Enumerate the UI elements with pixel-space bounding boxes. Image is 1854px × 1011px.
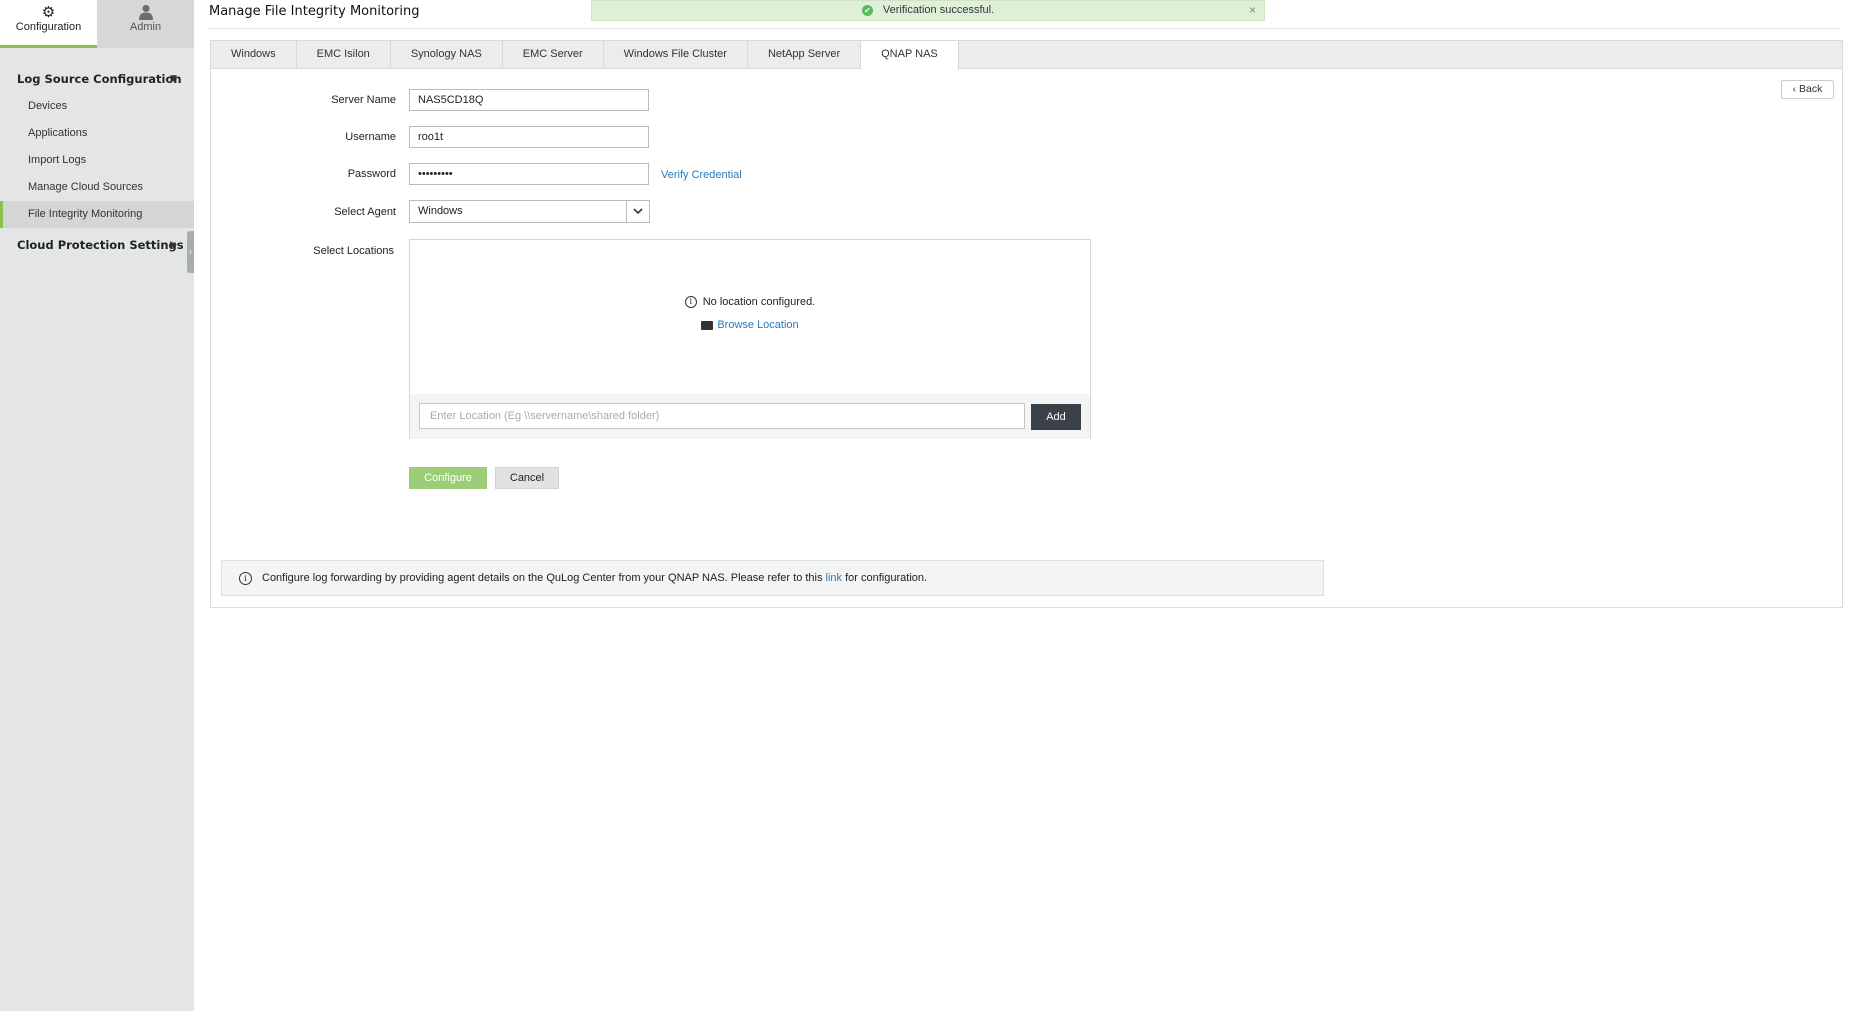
cancel-button[interactable]: Cancel [495, 467, 559, 489]
info-note: i Configure log forwarding by providing a… [221, 560, 1324, 596]
select-locations-label: Select Locations [313, 245, 394, 257]
caret-right-icon: ▶ [170, 240, 177, 250]
top-nav: ⚙ Configuration Admin [0, 0, 194, 48]
tab-netapp-server[interactable]: NetApp Server [748, 41, 862, 68]
sidebar-item-manage-cloud-sources[interactable]: Manage Cloud Sources [0, 174, 194, 201]
divider [209, 28, 1840, 29]
location-input[interactable] [419, 403, 1025, 429]
sidebar-item-applications[interactable]: Applications [0, 120, 194, 147]
select-agent-label: Select Agent [334, 206, 396, 218]
add-button[interactable]: Add [1031, 404, 1081, 430]
back-label: Back [1799, 83, 1823, 95]
username-label: Username [345, 131, 396, 143]
password-field[interactable] [409, 163, 649, 185]
tab-emc-server[interactable]: EMC Server [503, 41, 604, 68]
note-text-end: for configuration. [842, 572, 928, 584]
gear-icon: ⚙ [41, 4, 56, 21]
back-button[interactable]: ‹ Back [1781, 80, 1834, 99]
caret-down-icon: ▼ [170, 74, 177, 84]
success-toast: ✔ Verification successful. × [591, 0, 1265, 21]
nav-configuration-label: Configuration [15, 21, 82, 33]
user-icon [97, 4, 194, 21]
sidebar-item-import-logs[interactable]: Import Logs [0, 147, 194, 174]
tab-synology-nas[interactable]: Synology NAS [391, 41, 503, 68]
section-log-source-configuration[interactable]: Log Source Configuration ▼ [0, 66, 194, 93]
section-cloud-protection-settings[interactable]: Cloud Protection Settings ▶ [0, 232, 194, 259]
note-text: Configure log forwarding by providing ag… [262, 572, 826, 584]
agent-select[interactable]: Windows [409, 200, 650, 223]
section-label: Cloud Protection Settings [17, 238, 184, 252]
sidebar-collapse-handle[interactable]: ‹ [187, 231, 194, 273]
server-name-label: Server Name [331, 94, 396, 106]
tab-qnap-nas[interactable]: QNAP NAS [861, 41, 959, 70]
password-label: Password [347, 168, 396, 180]
info-icon: i [239, 571, 252, 585]
toast-message: Verification successful. [882, 4, 995, 16]
browse-location-link[interactable]: Browse Location [410, 319, 1090, 331]
locations-box: i No location configured. Browse Location… [409, 239, 1091, 439]
note-link[interactable]: link [826, 572, 843, 584]
tab-emc-isilon[interactable]: EMC Isilon [297, 41, 391, 68]
nav-admin[interactable]: Admin [97, 0, 194, 48]
browse-location-label: Browse Location [717, 319, 799, 331]
username-field[interactable] [409, 126, 649, 148]
close-icon[interactable]: × [1249, 1, 1256, 20]
nav-configuration[interactable]: ⚙ Configuration [0, 0, 97, 48]
agent-select-value: Windows [418, 205, 463, 217]
section-label: Log Source Configuration [17, 72, 182, 86]
empty-text: No location configured. [702, 296, 816, 308]
sidebar-item-file-integrity-monitoring[interactable]: File Integrity Monitoring [0, 201, 194, 228]
page-title: Manage File Integrity Monitoring [209, 4, 420, 19]
check-circle-icon: ✔ [861, 4, 873, 16]
location-entry-row: Add [410, 394, 1090, 439]
nav-admin-label: Admin [129, 21, 162, 33]
chevron-down-icon[interactable] [626, 201, 649, 222]
sidebar-item-devices[interactable]: Devices [0, 93, 194, 120]
tab-windows-file-cluster[interactable]: Windows File Cluster [604, 41, 748, 68]
server-name-field[interactable] [409, 89, 649, 111]
tab-windows[interactable]: Windows [211, 41, 297, 68]
tab-bar: Windows EMC Isilon Synology NAS EMC Serv… [210, 40, 1843, 70]
configure-button[interactable]: Configure [409, 467, 487, 489]
verify-credential-link[interactable]: Verify Credential [661, 169, 742, 181]
info-icon: i [684, 296, 697, 309]
empty-state: i No location configured. [410, 296, 1090, 309]
sidebar: ⚙ Configuration Admin Log Source Configu… [0, 0, 194, 1011]
folder-search-icon [701, 320, 714, 330]
